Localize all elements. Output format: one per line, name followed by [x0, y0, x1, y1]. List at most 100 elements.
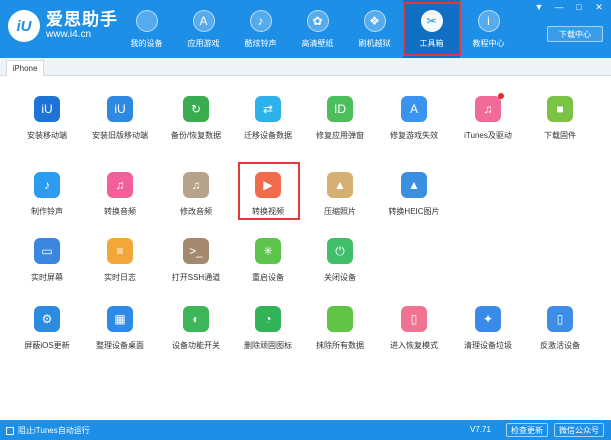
tool-item[interactable]: ■ 下载固件 — [522, 84, 598, 150]
app-logo: iU 爱思助手 www.i4.cn — [8, 10, 118, 42]
tool-item[interactable]: ▦ 整理设备桌面 — [82, 294, 158, 360]
tool-item[interactable]: ◔ 删除顽固图标 — [230, 294, 306, 360]
tool-item[interactable]: ▲ 压缩照片 — [302, 160, 378, 226]
tool-label: 设备功能开关 — [172, 341, 220, 350]
tool-label: 转换音频 — [104, 207, 136, 216]
nav-item-apple[interactable]: 我的设备 — [118, 0, 175, 58]
music-icon: ♫ — [107, 172, 133, 198]
tool-item[interactable]: ▯ 反激活设备 — [522, 294, 598, 360]
broom-icon: ✦ — [475, 306, 501, 332]
tool-item[interactable]: ID 修复应用弹窗 — [302, 84, 378, 150]
transfer-icon: ⇄ — [255, 96, 281, 122]
tool-item[interactable]: ✦ 清理设备垃圾 — [450, 294, 526, 360]
phone-icon: ▯ — [547, 306, 573, 332]
check-update-button[interactable]: 检查更新 — [506, 423, 548, 437]
tool-item[interactable]: ⇄ 迁移设备数据 — [230, 84, 306, 150]
nav-item-bell[interactable]: ♪ 酷炫铃声 — [232, 0, 289, 58]
dropdown-icon[interactable]: ▼ — [533, 2, 545, 13]
tool-label: 删除顽固图标 — [244, 341, 292, 350]
tool-item[interactable]: ↻ 备份/恢复数据 — [158, 84, 234, 150]
tool-item[interactable]: 抹除所有数据 — [302, 294, 378, 360]
backup-icon: ↻ — [183, 96, 209, 122]
gear-icon: ⚙ — [34, 306, 60, 332]
app-name: 爱思助手 — [46, 10, 118, 29]
device-tabbar: iPhone — [0, 58, 611, 76]
bell-icon: ♪ — [34, 172, 60, 198]
icon-glyph: ♫ — [115, 178, 125, 192]
tool-label: 下载固件 — [544, 131, 576, 140]
icon-glyph: ■ — [556, 102, 564, 116]
icon-glyph: ✦ — [482, 312, 494, 326]
top-header: iU 爱思助手 www.i4.cn 我的设备 A 应用游戏 ♪ 酷炫铃声 ✿ 高清壁纸 ❖ 刷机… — [0, 0, 611, 58]
nav-item-flower[interactable]: ✿ 高清壁纸 — [289, 0, 346, 58]
nav-item-dropbox[interactable]: ❖ 刷机越狱 — [346, 0, 403, 58]
nav-label: 刷机越狱 — [358, 39, 391, 48]
tool-item[interactable]: iU 安装移动端 — [9, 84, 85, 150]
tool-label: 修复应用弹窗 — [316, 131, 364, 140]
tool-item[interactable]: >_ 打开SSH通道 — [158, 226, 234, 292]
icon-glyph: ♫ — [191, 178, 201, 192]
restart-icon: ✳ — [255, 238, 281, 264]
tool-item[interactable]: ♫ 转换音频 — [82, 160, 158, 226]
nav-label: 高清壁纸 — [301, 39, 334, 48]
block-itunes-toggle[interactable]: 阻止iTunes自动运行 — [6, 425, 90, 436]
tool-item[interactable]: ✳ 重启设备 — [230, 226, 306, 292]
tool-item[interactable]: A 修复游戏失效 — [376, 84, 452, 150]
tool-item[interactable]: ≡ 实时日志 — [82, 226, 158, 292]
tool-label: 关闭设备 — [324, 273, 356, 282]
minimize-icon[interactable]: — — [553, 2, 565, 13]
tool-item[interactable]: ⏻ 关闭设备 — [302, 226, 378, 292]
tool-item[interactable]: ▲ 转换HEIC图片 — [376, 160, 452, 226]
tool-label: 整理设备桌面 — [96, 341, 144, 350]
icon-glyph: ▯ — [410, 312, 418, 326]
tool-item[interactable]: ♫ 修改音频 — [158, 160, 234, 226]
tool-item[interactable]: ▯ 进入恢复模式 — [376, 294, 452, 360]
toggle-icon: ◐ — [183, 306, 209, 332]
checkbox-icon[interactable] — [6, 426, 14, 435]
tool-label: 转换HEIC图片 — [388, 207, 440, 216]
appleid-icon: ID — [327, 96, 353, 122]
nav-label: 我的设备 — [130, 39, 163, 48]
pie-icon: ◔ — [255, 306, 281, 332]
box-icon: ■ — [547, 96, 573, 122]
close-icon[interactable]: ✕ — [593, 2, 605, 13]
terminal-icon: >_ — [183, 238, 209, 264]
appstore-icon: A — [192, 10, 215, 32]
icon-glyph: iU — [41, 102, 53, 116]
icon-glyph: ▦ — [114, 312, 126, 326]
tool-item[interactable]: ⚙ 屏蔽iOS更新 — [9, 294, 85, 360]
wechat-button[interactable]: 微信公众号 — [554, 423, 604, 437]
apple-icon — [135, 10, 158, 32]
maximize-icon[interactable]: □ — [573, 2, 585, 13]
app-url: www.i4.cn — [46, 29, 92, 40]
tool-label: 打开SSH通道 — [171, 273, 221, 282]
bell-icon: ♪ — [249, 10, 272, 32]
nav-item-info[interactable]: i 教程中心 — [460, 0, 517, 58]
status-bar: 阻止iTunes自动运行 V7.71 检查更新 微信公众号 — [0, 420, 611, 440]
phone-icon: ▯ — [401, 306, 427, 332]
dropbox-icon: ❖ — [363, 10, 386, 32]
icon-glyph: ▯ — [556, 312, 564, 326]
tool-label: 清理设备垃圾 — [464, 341, 512, 350]
icon-glyph: ♫ — [483, 102, 493, 116]
photo-icon: ▲ — [327, 172, 353, 198]
tools-row: ♪ 制作铃声 ♫ 转换音频 ♫ 修改音频 ▶ 转换视频 ▲ 压缩照片 ▲ 转换HEIC图片 — [0, 160, 611, 226]
tool-label: 安装旧版移动端 — [92, 131, 148, 140]
tab-iphone[interactable]: iPhone — [6, 60, 44, 76]
nav-label: 工具箱 — [419, 39, 444, 48]
tool-item[interactable]: ◐ 设备功能开关 — [158, 294, 234, 360]
tool-item[interactable]: ♫ iTunes及驱动 — [450, 84, 526, 150]
tool-item[interactable]: ♪ 制作铃声 — [9, 160, 85, 226]
iu-icon: iU — [34, 96, 60, 122]
window-controls: ▼ — □ ✕ — [533, 2, 605, 13]
tool-item[interactable]: ▭ 实时屏幕 — [9, 226, 85, 292]
download-center-button[interactable]: 下载中心 — [547, 26, 603, 42]
tool-item[interactable]: iU 安装旧版移动端 — [82, 84, 158, 150]
block-itunes-label: 阻止iTunes自动运行 — [18, 426, 90, 435]
music-edit-icon: ♫ — [183, 172, 209, 198]
tool-item[interactable]: ▶ 转换视频 — [230, 160, 306, 226]
nav-item-appstore[interactable]: A 应用游戏 — [175, 0, 232, 58]
icon-glyph: ≡ — [116, 244, 124, 258]
tool-label: 修复游戏失效 — [390, 131, 438, 140]
nav-item-tools[interactable]: ✂ 工具箱 — [403, 0, 460, 58]
